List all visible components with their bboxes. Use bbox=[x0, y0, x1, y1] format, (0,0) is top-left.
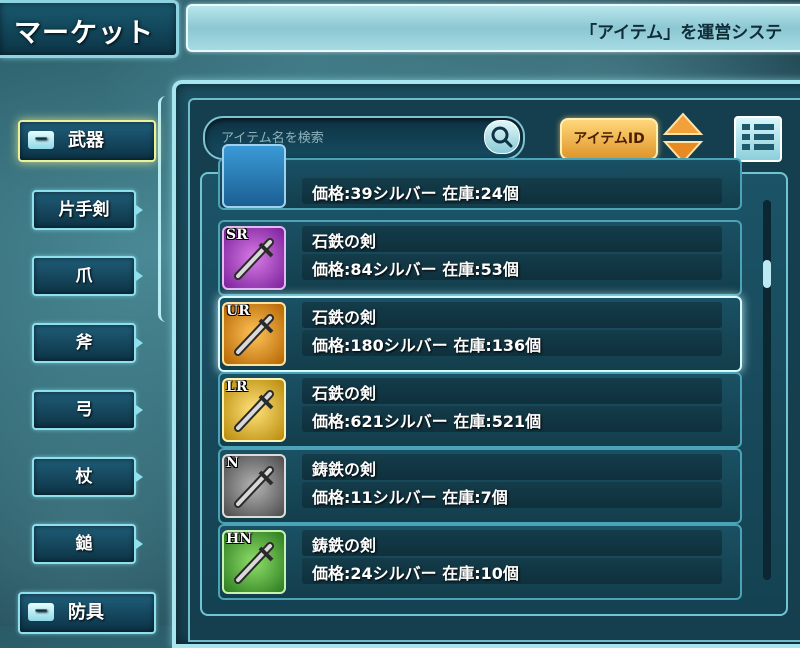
item-price-stock: 価格:84シルバー 在庫:53個 bbox=[312, 260, 519, 279]
rarity-badge: N bbox=[226, 455, 239, 471]
item-row[interactable]: 価格:39シルバー 在庫:24個 bbox=[218, 144, 742, 210]
title-plate: マーケット bbox=[0, 0, 179, 58]
item-icon: N bbox=[222, 454, 286, 518]
rarity-badge: HN bbox=[226, 531, 253, 547]
category-one-handed-sword[interactable]: 片手剣 bbox=[32, 190, 143, 230]
item-row[interactable]: N 鋳鉄の剣 価格:11シルバー 在庫:7個 bbox=[218, 448, 742, 524]
page-title: マーケット bbox=[14, 18, 154, 49]
item-name: 石鉄の剣 bbox=[312, 384, 377, 403]
item-row[interactable]: SR 石鉄の剣 価格:84シルバー 在庫:53個 bbox=[218, 220, 742, 296]
collapse-icon: − bbox=[28, 602, 54, 621]
view-toggle-button[interactable] bbox=[734, 116, 782, 162]
item-price-stock: 価格:24シルバー 在庫:10個 bbox=[312, 564, 519, 583]
info-banner: 「アイテム」を運営システ bbox=[186, 4, 800, 52]
category-armor-label: 防具 bbox=[68, 602, 104, 623]
item-icon: LR bbox=[222, 378, 286, 442]
item-name: 石鉄の剣 bbox=[312, 232, 377, 251]
item-icon bbox=[222, 144, 286, 208]
category-weapon-label: 武器 bbox=[68, 130, 104, 151]
search-icon bbox=[491, 126, 513, 148]
category-weapon[interactable]: − 武器 bbox=[18, 120, 156, 162]
item-row-selected[interactable]: UR 石鉄の剣 価格:180シルバー 在庫:136個 bbox=[218, 296, 742, 372]
scrollbar-thumb[interactable] bbox=[763, 260, 771, 288]
scrollbar-track[interactable] bbox=[763, 200, 771, 580]
category-staff[interactable]: 杖 bbox=[32, 457, 143, 497]
category-axe[interactable]: 斧 bbox=[32, 323, 143, 363]
item-price-stock: 価格:621シルバー 在庫:521個 bbox=[312, 412, 542, 431]
collapse-icon: − bbox=[28, 130, 54, 149]
sort-updown-icon bbox=[662, 112, 704, 164]
grid-view-icon bbox=[742, 124, 774, 150]
category-claw[interactable]: 爪 bbox=[32, 256, 143, 296]
item-price-stock: 価格:39シルバー 在庫:24個 bbox=[312, 184, 519, 203]
search-button[interactable] bbox=[484, 120, 520, 154]
category-hammer[interactable]: 鎚 bbox=[32, 524, 143, 564]
item-row[interactable]: HN 鋳鉄の剣 価格:24シルバー 在庫:10個 bbox=[218, 524, 742, 600]
item-price-stock: 価格:11シルバー 在庫:7個 bbox=[312, 488, 508, 507]
item-price-stock: 価格:180シルバー 在庫:136個 bbox=[312, 336, 542, 355]
item-row[interactable]: LR 石鉄の剣 価格:621シルバー 在庫:521個 bbox=[218, 372, 742, 448]
rarity-badge: LR bbox=[226, 379, 248, 395]
category-bow[interactable]: 弓 bbox=[32, 390, 143, 430]
sort-key-button[interactable]: アイテムID bbox=[560, 118, 658, 160]
info-banner-text: 「アイテム」を運営システ bbox=[580, 23, 783, 43]
category-armor[interactable]: − 防具 bbox=[18, 592, 156, 634]
rarity-badge: SR bbox=[226, 227, 248, 243]
item-icon: SR bbox=[222, 226, 286, 290]
item-icon: UR bbox=[222, 302, 286, 366]
item-name: 石鉄の剣 bbox=[312, 308, 377, 327]
rarity-badge: UR bbox=[226, 303, 250, 319]
item-name: 鋳鉄の剣 bbox=[312, 536, 377, 555]
sort-order-button[interactable] bbox=[662, 112, 704, 164]
item-icon: HN bbox=[222, 530, 286, 594]
item-name: 鋳鉄の剣 bbox=[312, 460, 377, 479]
